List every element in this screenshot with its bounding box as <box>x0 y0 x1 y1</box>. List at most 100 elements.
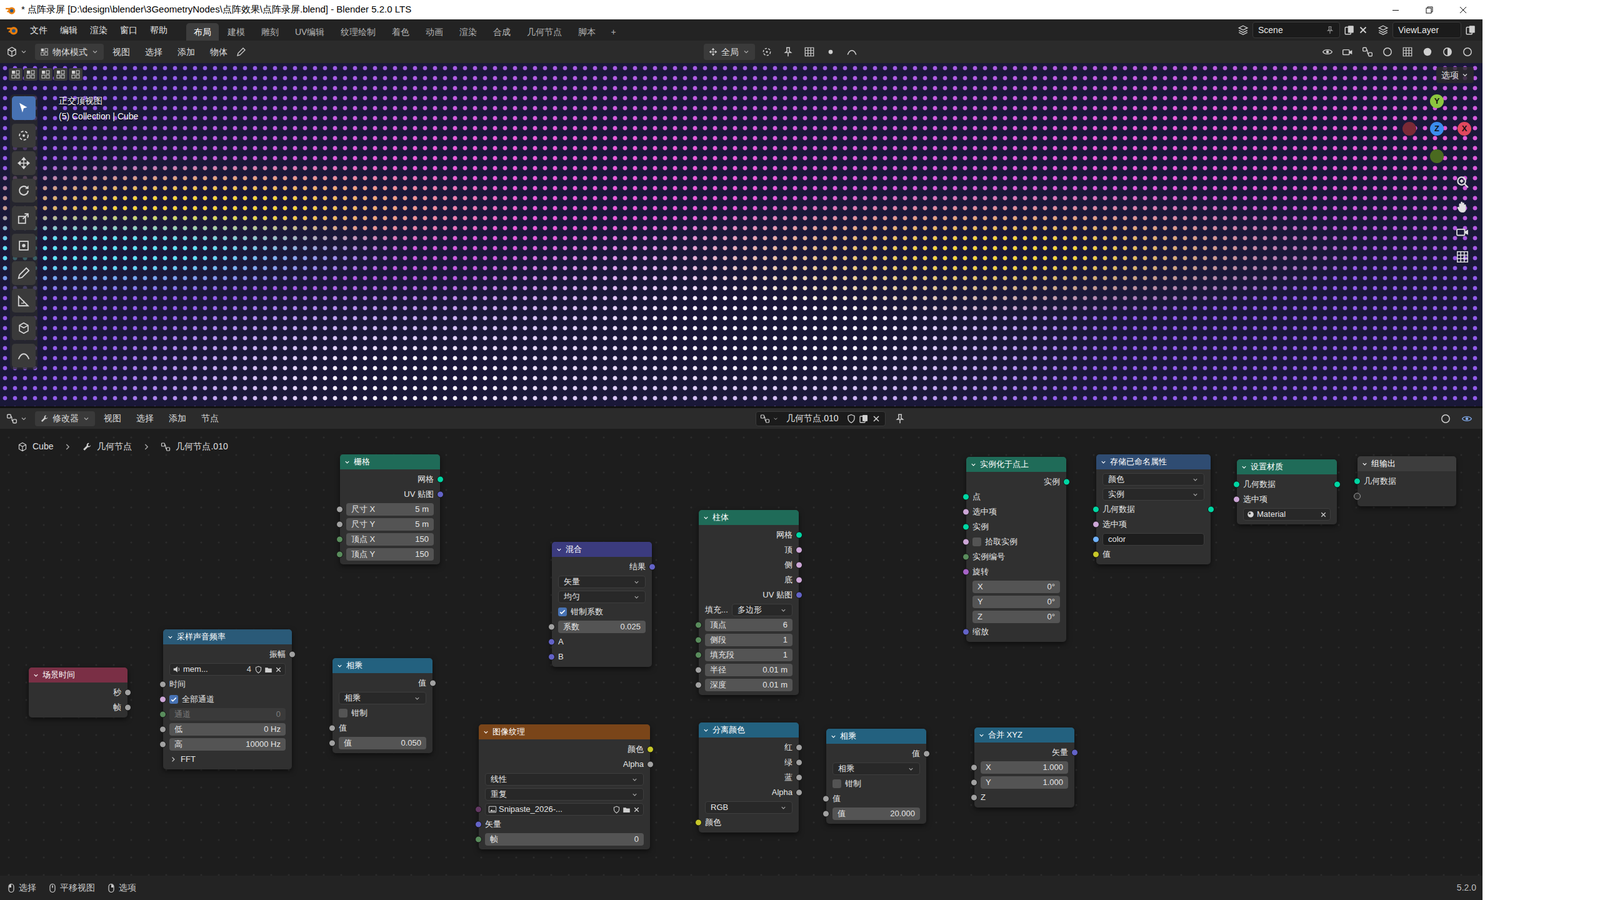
number-field[interactable]: Y1.000 <box>980 776 1069 789</box>
dropdown[interactable]: 相乘 <box>832 762 920 775</box>
zoom-icon[interactable] <box>1453 173 1472 191</box>
number-field[interactable]: 填充段1 <box>705 648 793 662</box>
socket[interactable] <box>1353 478 1361 485</box>
fake-user-icon[interactable] <box>612 805 621 814</box>
collapse-icon[interactable] <box>1240 463 1248 471</box>
tool-button[interactable] <box>11 178 36 203</box>
mode-dropdown[interactable]: 物体模式 <box>35 43 104 60</box>
node-header[interactable]: 混合 <box>551 541 652 557</box>
snap-target-icon[interactable] <box>803 46 815 58</box>
node[interactable]: 存储已命名属性颜色实例几何数据选中项color值 <box>1096 454 1211 565</box>
delete-scene-icon[interactable] <box>1357 24 1369 36</box>
dropdown[interactable]: 均匀 <box>558 590 646 604</box>
node-header[interactable]: 图像纹理 <box>478 724 650 740</box>
camera-icon[interactable] <box>1453 223 1472 241</box>
socket[interactable] <box>795 546 803 554</box>
socket[interactable] <box>822 810 830 818</box>
number-field[interactable]: 系数0.025 <box>558 620 646 634</box>
node-header[interactable]: 场景时间 <box>28 667 128 683</box>
socket[interactable] <box>695 621 702 629</box>
socket[interactable] <box>1333 481 1341 489</box>
visibility-icon[interactable] <box>1321 46 1334 58</box>
gizmo-axis[interactable]: X <box>1457 121 1472 136</box>
node[interactable]: 柱体网格顶侧底UV 贴图填充...多边形顶点6侧段1填充段1半径0.01 m深度… <box>698 510 799 695</box>
tool-button[interactable] <box>11 261 36 285</box>
node[interactable]: 实例化于点上实例点选中项实例拾取实例实例编号旋转X0°Y0°Z0°缩放 <box>966 456 1067 642</box>
node-header[interactable]: 相乘 <box>332 658 433 674</box>
collapse-icon[interactable] <box>1361 460 1369 468</box>
select-mode-icon[interactable] <box>68 68 83 81</box>
socket[interactable] <box>1092 506 1100 514</box>
workspace-tab[interactable]: 着色 <box>384 23 417 41</box>
select-mode-icon[interactable] <box>8 68 23 81</box>
fake-user-icon[interactable] <box>846 413 857 424</box>
pivot-icon[interactable] <box>761 46 773 58</box>
tool-settings-icon[interactable] <box>236 46 247 57</box>
datablock-field[interactable]: mem...4 <box>169 663 286 676</box>
sound-icon[interactable] <box>172 665 182 674</box>
new-view-layer-icon[interactable] <box>1465 24 1477 36</box>
number-field[interactable]: 顶点 Y150 <box>346 548 434 561</box>
node[interactable]: 场景时间秒帧 <box>28 667 128 718</box>
checkbox[interactable] <box>338 708 348 718</box>
duplicate-icon[interactable] <box>858 413 869 424</box>
workspace-tab[interactable]: 布局 <box>186 23 219 41</box>
collapse-icon[interactable] <box>336 662 344 670</box>
node[interactable]: 混合结果矢量均匀钳制系数系数0.025AB <box>551 541 652 667</box>
socket[interactable] <box>475 821 482 829</box>
close-icon[interactable] <box>1448 5 1478 15</box>
socket[interactable] <box>1233 481 1240 489</box>
pan-icon[interactable] <box>1453 198 1472 216</box>
socket[interactable] <box>1063 478 1070 486</box>
number-field[interactable]: 低0 Hz <box>169 723 286 736</box>
collapse-icon[interactable] <box>702 514 710 522</box>
socket[interactable] <box>795 774 803 782</box>
falloff-icon[interactable] <box>846 46 858 58</box>
socket[interactable] <box>436 476 444 484</box>
node-header[interactable]: 组输出 <box>1357 456 1457 472</box>
node-header[interactable]: 合并 XYZ <box>974 727 1075 743</box>
socket[interactable] <box>159 726 167 734</box>
node[interactable]: 组输出几何数据 <box>1357 456 1457 507</box>
socket[interactable] <box>648 563 656 571</box>
workspace-tab[interactable]: 纹理绘制 <box>333 23 384 41</box>
context-dropdown[interactable]: 修改器 <box>35 411 95 427</box>
node[interactable]: 合并 XYZ矢量X1.000Y1.000Z <box>974 727 1075 808</box>
node[interactable]: 相乘值相乘钳制值值0.050 <box>332 658 433 754</box>
socket[interactable] <box>159 696 167 704</box>
select-mode-icon[interactable] <box>38 68 53 81</box>
viewport[interactable]: 选项正交顶视图(5) Collection | CubeYZX <box>0 63 1483 407</box>
pin-icon[interactable] <box>894 413 906 425</box>
overlay-icon[interactable] <box>1461 413 1473 425</box>
number-field[interactable]: 顶点6 <box>705 618 793 632</box>
editor-type-icon[interactable] <box>6 46 18 58</box>
number-field[interactable]: 值0.050 <box>338 736 427 750</box>
tool-button[interactable] <box>11 233 36 258</box>
node[interactable]: 设置材质几何数据选中项Material <box>1236 459 1337 525</box>
view-layer-icon[interactable] <box>1377 24 1389 36</box>
workspace-tab[interactable]: 渲染 <box>451 23 485 41</box>
snap-icon[interactable] <box>1440 413 1452 425</box>
minimize-icon[interactable] <box>1381 5 1410 15</box>
socket[interactable] <box>795 561 803 569</box>
unlink-icon[interactable] <box>1319 510 1328 519</box>
number-field[interactable]: 值20.000 <box>832 807 920 820</box>
open-file-icon[interactable] <box>622 805 631 814</box>
editor-type-icon[interactable] <box>6 413 18 425</box>
node-canvas[interactable]: Cube几何节点几何节点.010栅格网格UV 贴图尺寸 X5 m尺寸 Y5 m顶… <box>0 428 1483 876</box>
socket[interactable] <box>962 628 970 636</box>
wireframe-icon[interactable] <box>1401 46 1414 58</box>
dropdown[interactable]: 多边形 <box>731 603 793 617</box>
open-file-icon[interactable] <box>264 665 273 674</box>
socket[interactable] <box>548 623 555 631</box>
number-field[interactable]: 顶点 X150 <box>346 533 434 546</box>
node-header[interactable]: 栅格 <box>340 454 440 470</box>
socket[interactable] <box>429 680 437 687</box>
blender-menu-icon[interactable] <box>6 23 19 37</box>
socket[interactable] <box>548 653 555 661</box>
socket[interactable] <box>159 681 167 689</box>
tool-button[interactable] <box>11 123 36 148</box>
socket[interactable] <box>970 779 978 787</box>
fake-user-icon[interactable] <box>254 665 263 674</box>
socket[interactable] <box>962 508 970 516</box>
